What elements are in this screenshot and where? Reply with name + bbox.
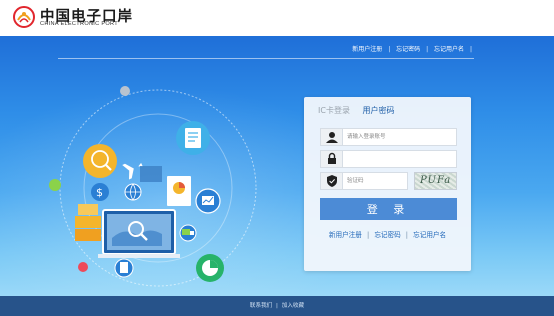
captcha-image[interactable]: PUFa bbox=[414, 172, 457, 190]
password-input[interactable] bbox=[347, 153, 447, 165]
link-forgot-password[interactable]: 忘记密码 bbox=[374, 231, 400, 239]
top-link-forgot-password[interactable]: 忘记密码 bbox=[396, 46, 420, 53]
divider bbox=[58, 58, 474, 59]
login-button[interactable]: 登 录 bbox=[320, 198, 457, 220]
lock-icon bbox=[321, 151, 343, 167]
pie-icon bbox=[196, 254, 224, 282]
separator: | bbox=[276, 303, 278, 309]
dollar-icon: $ bbox=[91, 183, 109, 201]
top-link-forgot-username[interactable]: 忘记用户名 bbox=[434, 46, 464, 53]
truck-icon bbox=[179, 224, 197, 242]
world-icon bbox=[124, 183, 142, 201]
top-links: 新用户注册 | 忘记密码 | 忘记用户名 | bbox=[350, 44, 474, 53]
dot-red bbox=[78, 262, 88, 272]
footer-link-favorite[interactable]: 加入收藏 bbox=[282, 303, 304, 309]
username-input[interactable] bbox=[347, 131, 447, 143]
separator: | bbox=[426, 46, 429, 53]
globe-icon bbox=[83, 144, 117, 178]
hero-illustration: $ bbox=[49, 86, 257, 287]
main-banner: 新用户注册 | 忘记密码 | 忘记用户名 | $ IC卡登录 用户密码 请输入登… bbox=[0, 36, 554, 296]
username-field bbox=[320, 128, 457, 146]
tab-password[interactable]: 用户密码 bbox=[363, 106, 395, 115]
login-tabs: IC卡登录 用户密码 bbox=[318, 105, 395, 116]
document-icon bbox=[176, 121, 210, 155]
top-link-register[interactable]: 新用户注册 bbox=[352, 46, 382, 53]
captcha-field bbox=[320, 172, 408, 190]
dot-gray bbox=[120, 86, 130, 96]
clipboard-icon bbox=[114, 258, 134, 278]
separator: | bbox=[366, 231, 370, 239]
shield-icon bbox=[321, 173, 343, 189]
separator: | bbox=[405, 231, 409, 239]
captcha-text: PUFa bbox=[420, 175, 452, 186]
separator: | bbox=[388, 46, 391, 53]
user-icon bbox=[321, 129, 343, 145]
logo-icon bbox=[13, 6, 35, 28]
svg-text:$: $ bbox=[96, 186, 103, 199]
pie-chart-icon bbox=[167, 176, 191, 206]
logo-title-en: CHINA ELECTRONIC PORT bbox=[40, 21, 118, 27]
password-field bbox=[320, 150, 457, 168]
chart-icon bbox=[195, 188, 221, 214]
login-panel: IC卡登录 用户密码 PUFa 登 录 新用户注册 | bbox=[304, 97, 471, 271]
monitor-icon bbox=[98, 209, 180, 258]
panel-links: 新用户注册 | 忘记密码 | 忘记用户名 bbox=[304, 229, 471, 239]
footer: 联系我们 | 加入收藏 bbox=[0, 296, 554, 316]
package-icon bbox=[75, 204, 101, 241]
header: 中国电子口岸 CHINA ELECTRONIC PORT bbox=[0, 0, 554, 36]
separator: | bbox=[469, 46, 472, 53]
captcha-input[interactable] bbox=[347, 175, 402, 187]
footer-link-contact[interactable]: 联系我们 bbox=[250, 303, 272, 309]
tab-ic-card[interactable]: IC卡登录 bbox=[318, 106, 350, 115]
dot-green bbox=[49, 179, 61, 191]
link-forgot-username[interactable]: 忘记用户名 bbox=[413, 231, 446, 239]
link-register[interactable]: 新用户注册 bbox=[329, 231, 362, 239]
